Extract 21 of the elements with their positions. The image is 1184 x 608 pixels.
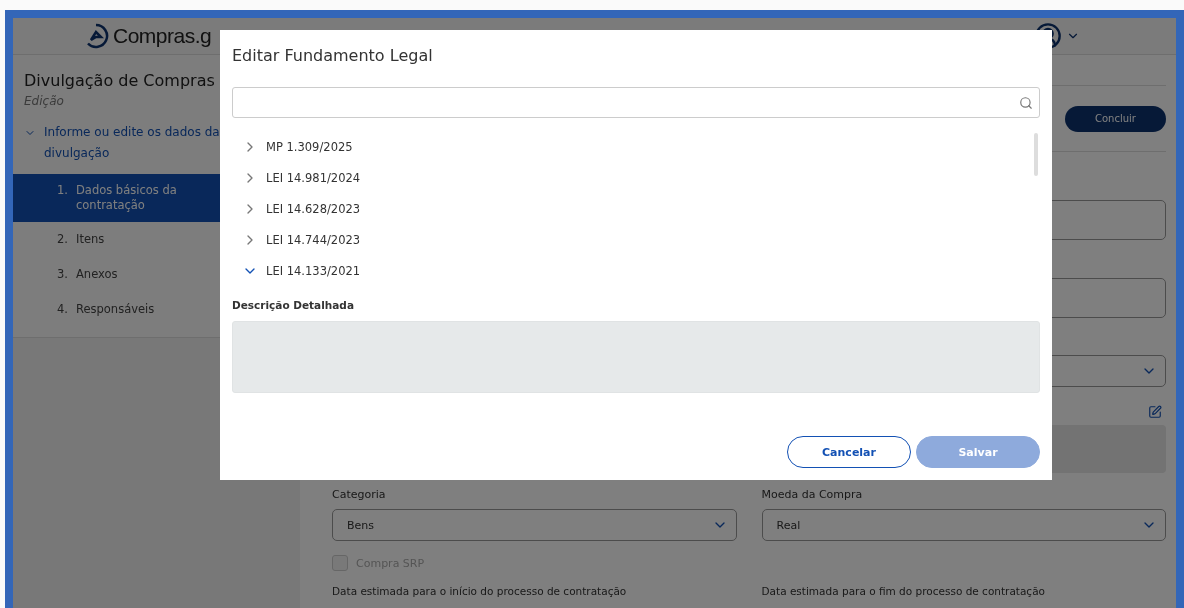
- field-label: Categoria: [332, 488, 387, 501]
- logo-text: Compras.g: [113, 24, 212, 48]
- tree-item[interactable]: LEI 14.133/2021: [266, 263, 361, 278]
- page-title: Divulgação de Compras: [23, 71, 216, 90]
- dialog-title: Editar Fundamento Legal: [232, 46, 434, 65]
- select-field[interactable]: Real: [761, 509, 1166, 541]
- select-field[interactable]: Bens: [332, 509, 737, 541]
- conclude-button[interactable]: Concluir: [1065, 105, 1166, 132]
- section-link[interactable]: Informe ou edite os dados da divulgação: [44, 122, 224, 164]
- search-field[interactable]: [232, 87, 1040, 118]
- tree-item[interactable]: MP 1.309/2025: [266, 139, 353, 154]
- field-label: Moeda da Compra: [761, 488, 864, 501]
- field-label: Descrição Detalhada: [232, 299, 355, 311]
- field-label: Data estimada para o início do processo de contratação: [332, 585, 628, 597]
- search-icon: [1019, 95, 1033, 110]
- cancel-button[interactable]: Cancelar: [787, 436, 911, 468]
- edit-icon[interactable]: [1148, 405, 1162, 419]
- field-label: Data estimada para o fim do processo de contratação: [761, 585, 1046, 597]
- page-subtitle: Edição: [23, 93, 65, 110]
- scrollbar-thumb[interactable]: [1034, 133, 1038, 176]
- tree-item[interactable]: LEI 14.744/2023: [266, 232, 361, 247]
